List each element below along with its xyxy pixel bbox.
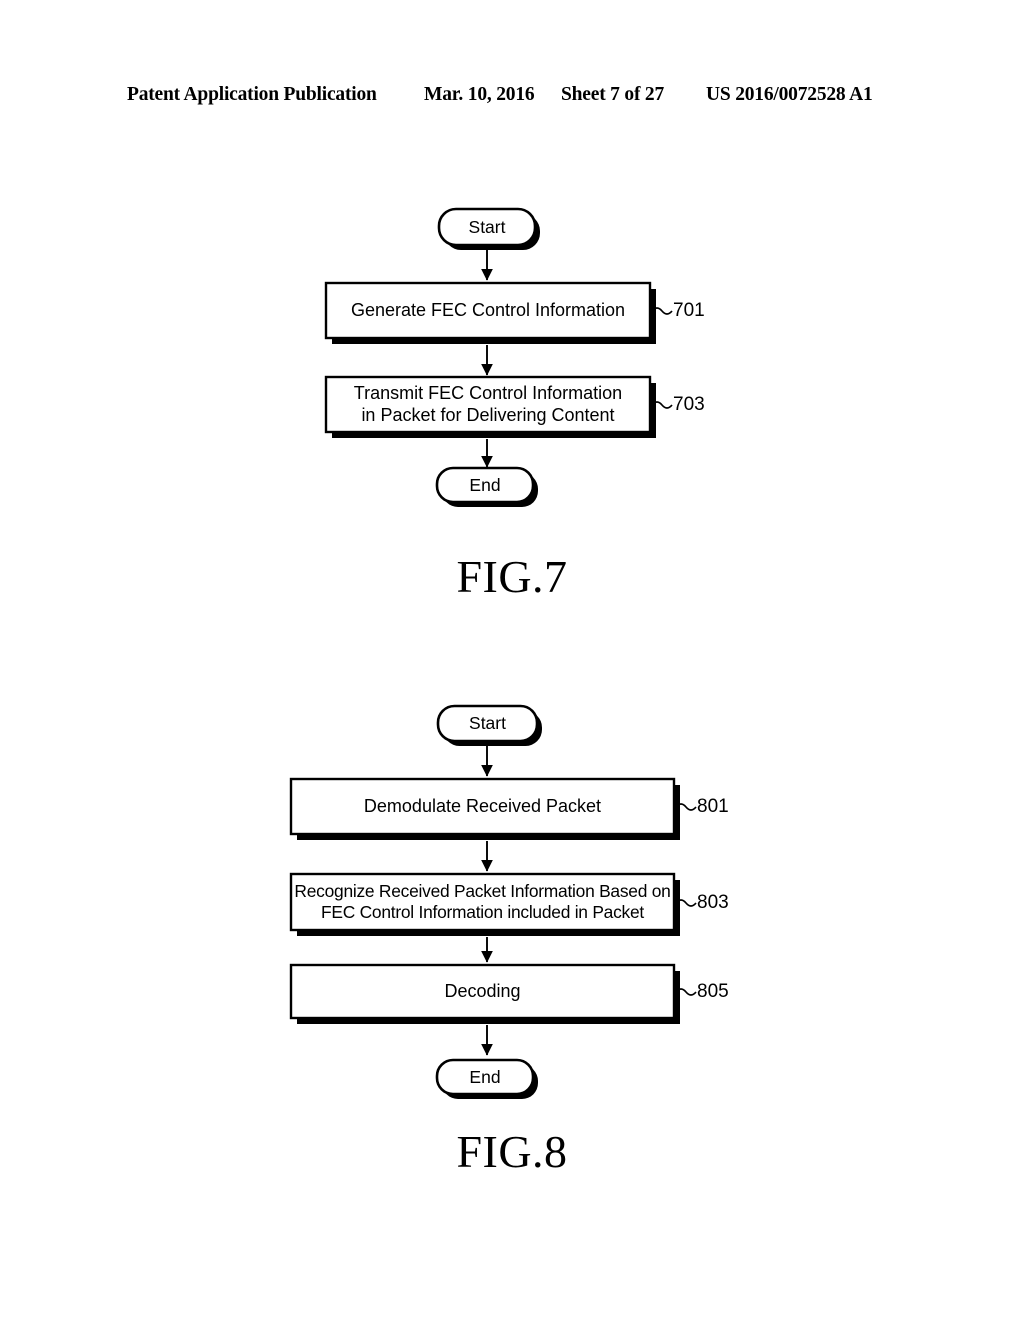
figure-8-end-node [435, 1058, 538, 1099]
figure-7-diagram [324, 207, 673, 507]
figure-7-caption: FIG.7 [456, 551, 568, 602]
figure-7-end-node [435, 466, 538, 507]
figure-7: Start Generate FEC Control Information 7… [0, 190, 1024, 620]
figure-7-step-701-ref: 701 [673, 300, 705, 321]
figure-7-step-701-box [324, 281, 656, 344]
figure-7-step-703-ref: 703 [673, 394, 705, 415]
figure-7-step-703-box [324, 375, 656, 438]
figure-8-step-805-ref: 805 [697, 981, 729, 1002]
figure-8-step-801-ref: 801 [697, 796, 729, 817]
figure-8-step-805-box [289, 963, 680, 1024]
figure-8-diagram [289, 704, 697, 1099]
figure-7-start-node [437, 207, 540, 250]
figure-8-start-node [436, 704, 542, 746]
figure-8-caption: FIG.8 [456, 1126, 568, 1177]
figure-8-step-801-box [289, 777, 680, 840]
figure-8-step-803-ref: 803 [697, 892, 729, 913]
figure-8: Start Demodulate Received Packet 801 Rec… [0, 690, 1024, 1190]
drawing-sheet: Start Generate FEC Control Information 7… [0, 0, 1024, 1320]
figure-8-step-803-box [289, 872, 680, 936]
